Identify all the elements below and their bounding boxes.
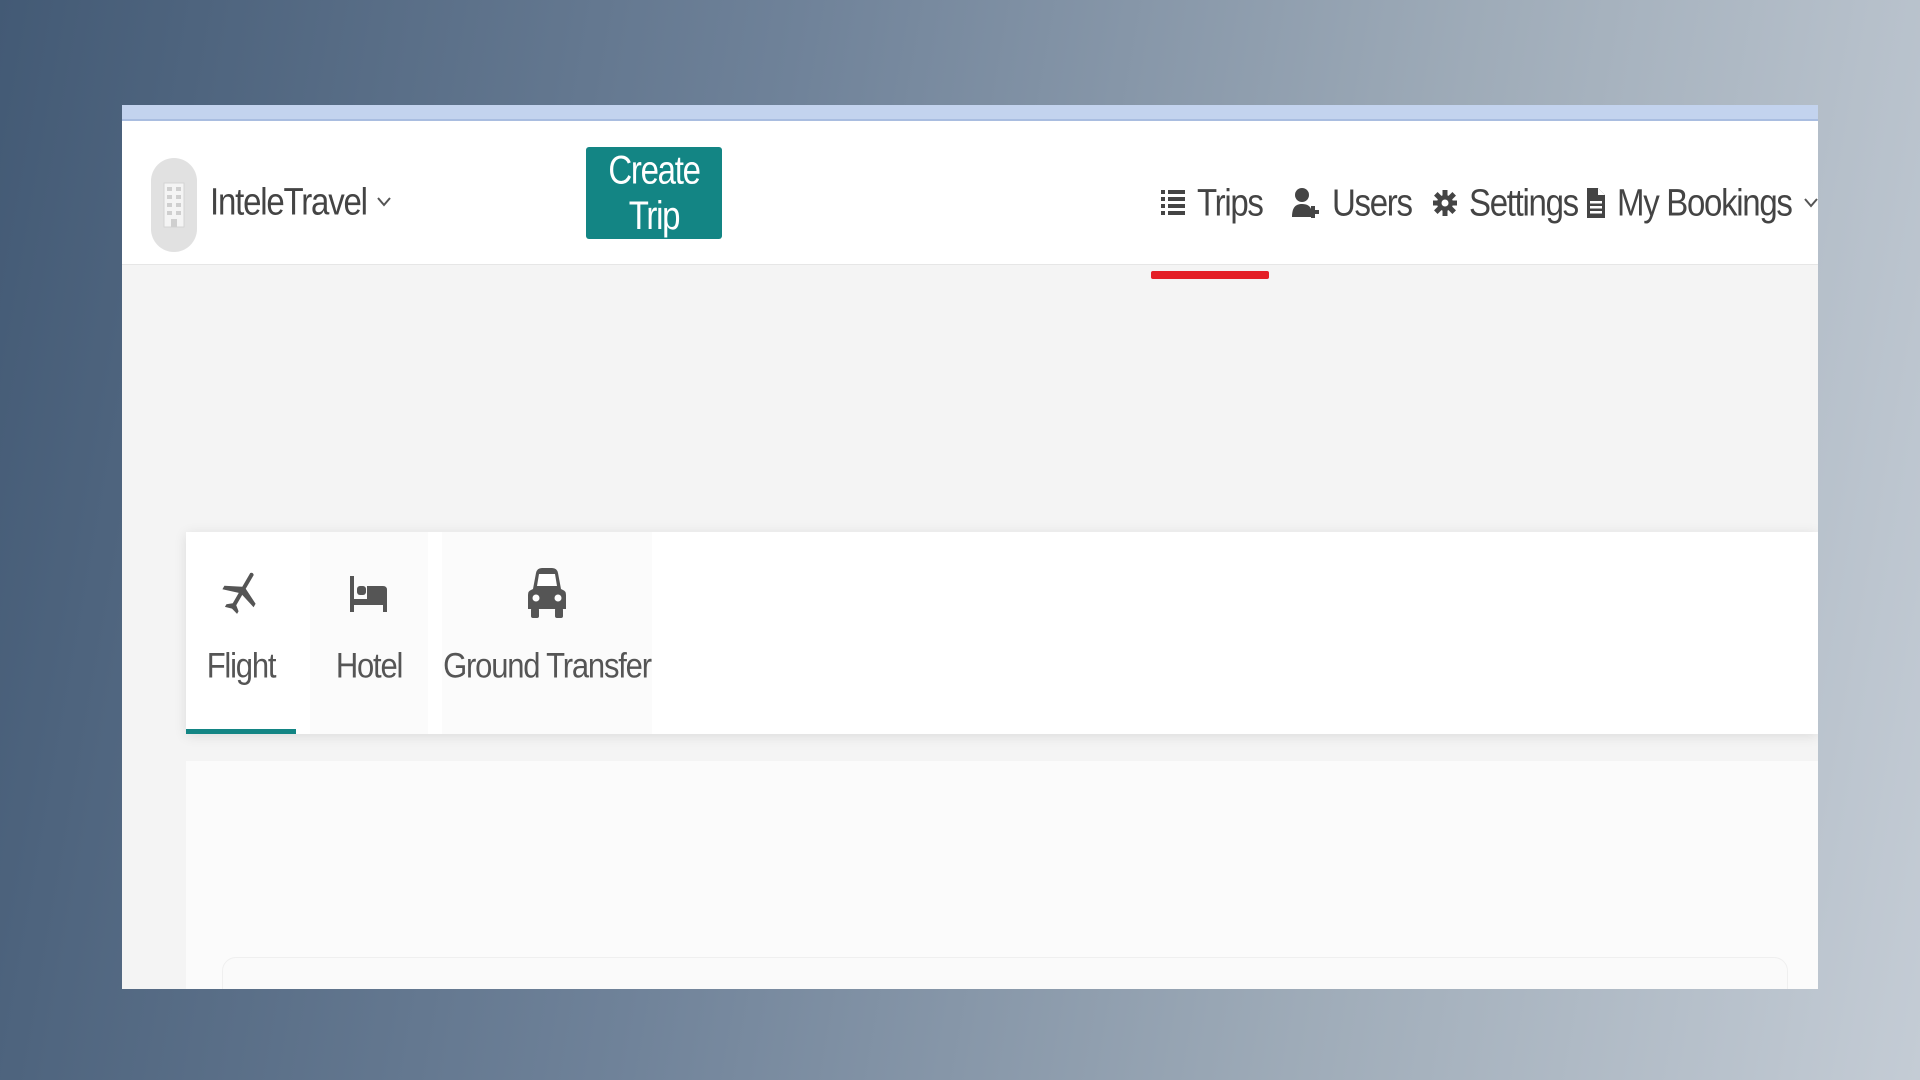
- nav-item-settings[interactable]: Settings: [1433, 177, 1579, 229]
- list-icon: [1161, 190, 1185, 215]
- user-plus-icon: [1292, 188, 1319, 218]
- tab-label-ground-transfer: Ground Transfer: [443, 645, 652, 686]
- main-nav: Trips Users Settings My Bookings: [122, 177, 1818, 229]
- nav-item-my-bookings[interactable]: My Bookings: [1587, 177, 1818, 229]
- nav-active-indicator: [1151, 271, 1269, 279]
- booking-form-area: [186, 761, 1818, 989]
- bed-icon: [350, 576, 387, 612]
- app-window: InteleTravel Create Trip Trips Users Set…: [122, 105, 1818, 989]
- tab-active-indicator: [186, 729, 296, 734]
- car-icon: [528, 568, 566, 618]
- document-icon: [1587, 188, 1605, 218]
- search-form-card: [222, 957, 1788, 989]
- nav-label-trips: Trips: [1197, 181, 1264, 224]
- top-navbar: InteleTravel Create Trip Trips Users Set…: [122, 121, 1818, 279]
- booking-type-tabs: Flight Hotel Ground Transfer: [186, 532, 1818, 734]
- plane-icon: [222, 572, 256, 614]
- tab-ground-transfer[interactable]: Ground Transfer: [442, 532, 652, 734]
- browser-top-strip: [122, 105, 1818, 121]
- nav-item-users[interactable]: Users: [1292, 177, 1413, 229]
- nav-item-trips[interactable]: Trips: [1161, 177, 1264, 229]
- nav-label-users: Users: [1332, 181, 1413, 224]
- nav-label-settings: Settings: [1469, 181, 1579, 224]
- chevron-down-icon: [1803, 198, 1818, 208]
- tab-label-flight: Flight: [206, 645, 277, 686]
- tab-hotel[interactable]: Hotel: [310, 532, 428, 734]
- tab-label-hotel: Hotel: [335, 645, 404, 686]
- tab-flight[interactable]: Flight: [186, 532, 296, 734]
- gear-icon: [1433, 190, 1457, 216]
- nav-label-my-bookings: My Bookings: [1617, 181, 1793, 224]
